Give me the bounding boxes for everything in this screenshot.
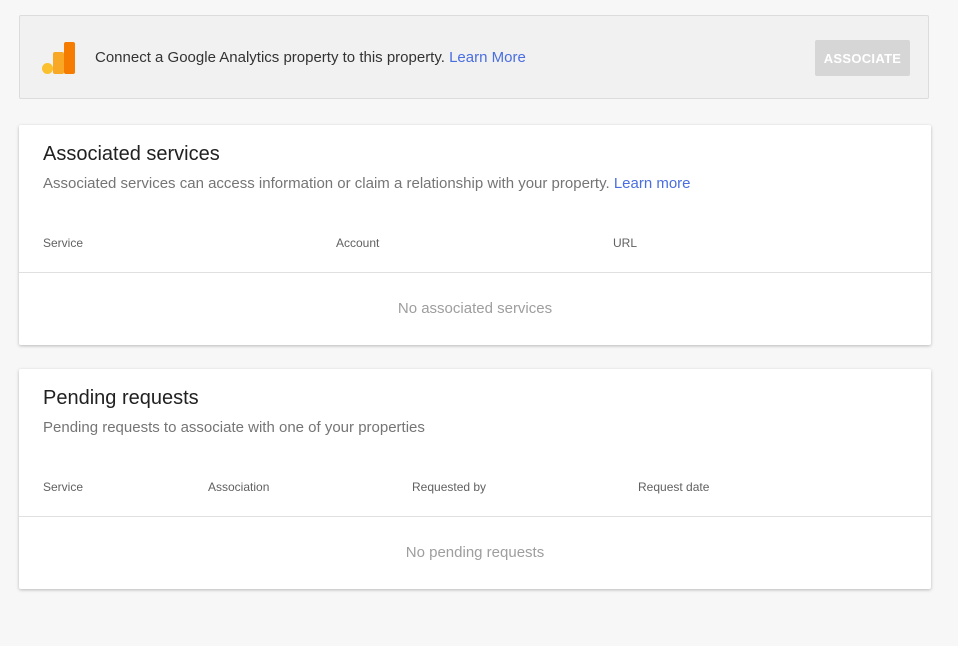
column-header-service: Service xyxy=(43,236,84,250)
pending-requests-empty-message: No pending requests xyxy=(405,544,545,561)
google-analytics-icon xyxy=(42,42,75,74)
column-header-request-date: Request date xyxy=(638,480,710,494)
table-divider xyxy=(19,272,931,273)
column-header-account: Account xyxy=(336,236,380,250)
associated-services-description: Associated services can access informati… xyxy=(43,175,610,192)
associated-services-card: Associated services Associated services … xyxy=(19,125,931,345)
column-header-service: Service xyxy=(43,480,84,494)
pending-requests-card: Pending requests Pending requests to ass… xyxy=(19,369,931,589)
column-header-url: URL xyxy=(613,236,638,250)
associated-services-empty-message: No associated services xyxy=(397,300,553,317)
column-header-association: Association xyxy=(208,480,270,494)
associated-services-subtitle: Associated services can access informati… xyxy=(43,175,691,192)
associated-services-learn-more-link[interactable]: Learn more xyxy=(614,175,691,192)
table-divider xyxy=(19,516,931,517)
analytics-connect-banner: Connect a Google Analytics property to t… xyxy=(19,15,929,99)
banner-message: Connect a Google Analytics property to t… xyxy=(95,49,526,66)
associated-services-title: Associated services xyxy=(43,143,220,165)
learn-more-link[interactable]: Learn More xyxy=(449,49,526,66)
associate-button[interactable]: ASSOCIATE xyxy=(815,40,910,76)
banner-text: Connect a Google Analytics property to t… xyxy=(95,49,445,66)
column-header-requested-by: Requested by xyxy=(412,480,487,494)
pending-requests-title: Pending requests xyxy=(43,387,199,409)
pending-requests-subtitle: Pending requests to associate with one o… xyxy=(43,419,425,436)
